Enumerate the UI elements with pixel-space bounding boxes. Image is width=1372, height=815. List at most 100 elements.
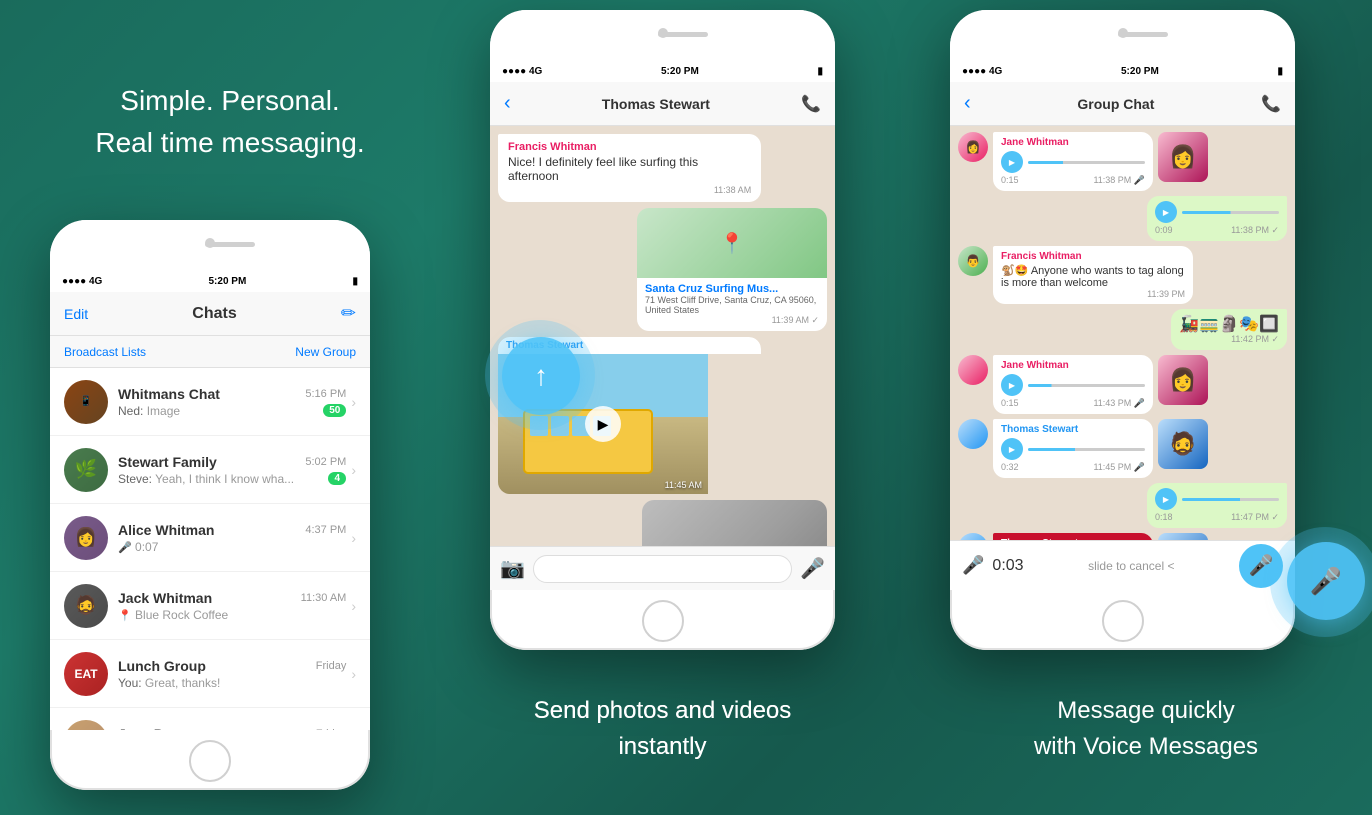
voice-bubble: Jane Whitman ▶ 0:15 11:38 PM 🎤 — [993, 132, 1153, 191]
new-group-button[interactable]: New Group — [295, 345, 356, 359]
text-message: 👨 Francis Whitman 🐒🤩 Anyone who wants to… — [958, 246, 1287, 304]
list-item[interactable]: 👩 Alice Whitman 4:37 PM 🎤 0:07 › — [50, 504, 370, 572]
battery: ▮ — [817, 66, 823, 77]
sender-photo: 👩 — [1158, 132, 1208, 182]
voice-bubble-sent: ▶ 0:09 11:38 PM ✓ — [1147, 196, 1287, 241]
list-item[interactable]: 🌿 Stewart Family 5:02 PM Steve: Yeah, I … — [50, 436, 370, 504]
voice-meta: 0:32 11:45 PM 🎤 — [1001, 462, 1145, 473]
play-button[interactable]: ▶ — [1001, 151, 1023, 173]
back-button[interactable]: ‹ — [964, 92, 971, 115]
message-text: Nice! I definitely feel like surfing thi… — [508, 155, 751, 183]
chat-info: Lunch Group Friday You: Great, thanks! — [118, 658, 346, 690]
chat-time: 5:02 PM — [305, 456, 346, 468]
avatar: 📱 — [64, 380, 108, 424]
map-preview: 📍 — [637, 208, 827, 278]
compose-button[interactable]: ✏ — [341, 303, 356, 324]
list-item[interactable]: 📱 Whitmans Chat 5:16 PM Ned: Image 50 › — [50, 368, 370, 436]
upload-button[interactable]: ↑ — [502, 337, 580, 415]
chat-time: 5:16 PM — [305, 388, 346, 400]
message-time: 11:38 AM — [508, 185, 751, 195]
emoji-time: 11:42 PM ✓ — [1179, 334, 1279, 345]
emoji-bubble: 🚂🚃🗿🎭🔲 11:42 PM ✓ — [1171, 309, 1287, 350]
unread-badge: 4 — [328, 472, 346, 485]
chevron-right-icon: › — [351, 666, 356, 682]
iphone-left: ●●●● 4G 5:20 PM ▮ Edit Chats ✏ Broadcast… — [50, 220, 370, 790]
chat-name: Stewart Family — [118, 454, 217, 470]
voice-bubble: Thomas Stewart ▶ 0:32 11:45 PM 🎤 — [993, 419, 1153, 478]
speaker — [658, 32, 708, 37]
speaker — [1118, 32, 1168, 37]
chat-info: Jack Whitman 11:30 AM 📍 Blue Rock Coffee — [118, 590, 346, 622]
chat-name: Whitmans Chat — [118, 386, 220, 402]
status-bar: ●●●● 4G 5:20 PM ▮ — [950, 60, 1295, 82]
home-button[interactable] — [642, 600, 684, 642]
video-time: 11:45 AM — [665, 480, 702, 490]
voice-messages-area: 👩 Jane Whitman ▶ 0:15 11:38 PM 🎤 — [950, 126, 1295, 562]
screen-left: ●●●● 4G 5:20 PM ▮ Edit Chats ✏ Broadcast… — [50, 270, 370, 730]
chat-list: 📱 Whitmans Chat 5:16 PM Ned: Image 50 › — [50, 368, 370, 730]
location-name: Santa Cruz Surfing Mus... — [645, 283, 819, 295]
clock: 5:20 PM — [661, 66, 699, 77]
home-button[interactable] — [1102, 600, 1144, 642]
avatar: 🧔 — [64, 584, 108, 628]
recording-timer: 0:03 — [992, 557, 1023, 575]
play-button[interactable]: ▶ — [585, 406, 621, 442]
voice-duration: 0:15 — [1001, 175, 1019, 186]
chat-header: Edit Chats ✏ — [50, 292, 370, 336]
chat-name: Jane Pearson — [118, 726, 209, 731]
waveform — [1182, 211, 1279, 214]
conversation-title: Thomas Stewart — [602, 96, 710, 112]
waveform — [1182, 498, 1279, 501]
play-button[interactable]: ▶ — [1155, 488, 1177, 510]
voice-meta: 0:15 11:38 PM 🎤 — [1001, 175, 1145, 186]
screen-right: ●●●● 4G 5:20 PM ▮ ‹ Group Chat 📞 👩 Jane … — [950, 60, 1295, 590]
right-bottom-text: Message quicklywith Voice Messages — [920, 693, 1372, 765]
sender-avatar: 👨 — [958, 246, 988, 276]
tagline: Simple. Personal. Real time messaging. — [95, 80, 364, 164]
chat-info: Whitmans Chat 5:16 PM Ned: Image 50 — [118, 386, 346, 418]
chat-name: Jack Whitman — [118, 590, 212, 606]
avatar: 👩 — [64, 516, 108, 560]
chevron-right-icon: › — [351, 394, 356, 410]
chat-preview: Ned: Image — [118, 404, 180, 418]
play-button[interactable]: ▶ — [1001, 438, 1023, 460]
call-button[interactable]: 📞 — [1261, 94, 1281, 114]
voice-controls: ▶ — [1155, 488, 1279, 510]
voice-time: 11:43 PM 🎤 — [1093, 398, 1145, 409]
location-info: Santa Cruz Surfing Mus... 71 West Cliff … — [637, 278, 827, 331]
voice-message-sent: ▶ 0:09 11:38 PM ✓ — [958, 196, 1287, 241]
signal: ●●●● 4G — [962, 66, 1002, 77]
chevron-right-icon: › — [351, 462, 356, 478]
back-button[interactable]: ‹ — [504, 92, 511, 115]
speaker — [205, 242, 255, 247]
location-message: 📍 Santa Cruz Surfing Mus... 71 West Clif… — [637, 208, 827, 331]
camera-icon[interactable]: 📷 — [500, 556, 525, 581]
message-input[interactable] — [533, 555, 792, 583]
waveform — [1028, 384, 1145, 387]
voice-controls: ▶ — [1001, 374, 1145, 396]
chat-info: Alice Whitman 4:37 PM 🎤 0:07 — [118, 522, 346, 554]
clock: 5:20 PM — [208, 276, 246, 287]
broadcast-lists-button[interactable]: Broadcast Lists — [64, 345, 146, 359]
list-item[interactable]: EAT Lunch Group Friday You: Great, thank… — [50, 640, 370, 708]
voice-duration: 0:15 — [1001, 398, 1019, 409]
chat-input-bar: 📷 🎤 — [490, 546, 835, 590]
play-button[interactable]: ▶ — [1001, 374, 1023, 396]
location-time: 11:39 AM ✓ — [645, 315, 819, 326]
mic-recording-icon: 🎤 — [962, 555, 984, 576]
voice-bubble: Jane Whitman ▶ 0:15 11:43 PM 🎤 — [993, 355, 1153, 414]
play-button[interactable]: ▶ — [1155, 201, 1177, 223]
voice-controls: ▶ — [1001, 438, 1145, 460]
unread-badge: 50 — [323, 404, 346, 417]
list-item[interactable]: 👩‍🦰 Jane Pearson Friday 🔥💬 › — [50, 708, 370, 730]
list-item[interactable]: 🧔 Jack Whitman 11:30 AM 📍 Blue Rock Coff… — [50, 572, 370, 640]
avatar: 👩‍🦰 — [64, 720, 108, 731]
microphone-icon[interactable]: 🎤 — [800, 556, 825, 581]
voice-sender: Jane Whitman — [1001, 360, 1145, 371]
mic-button-large[interactable]: 🎤 — [1287, 542, 1365, 620]
edit-button[interactable]: Edit — [64, 306, 88, 322]
home-button[interactable] — [189, 740, 231, 782]
chevron-right-icon: › — [351, 598, 356, 614]
voice-message: 👩 Jane Whitman ▶ 0:15 11:38 PM 🎤 — [958, 132, 1287, 191]
voice-sender: Thomas Stewart — [1001, 424, 1145, 435]
